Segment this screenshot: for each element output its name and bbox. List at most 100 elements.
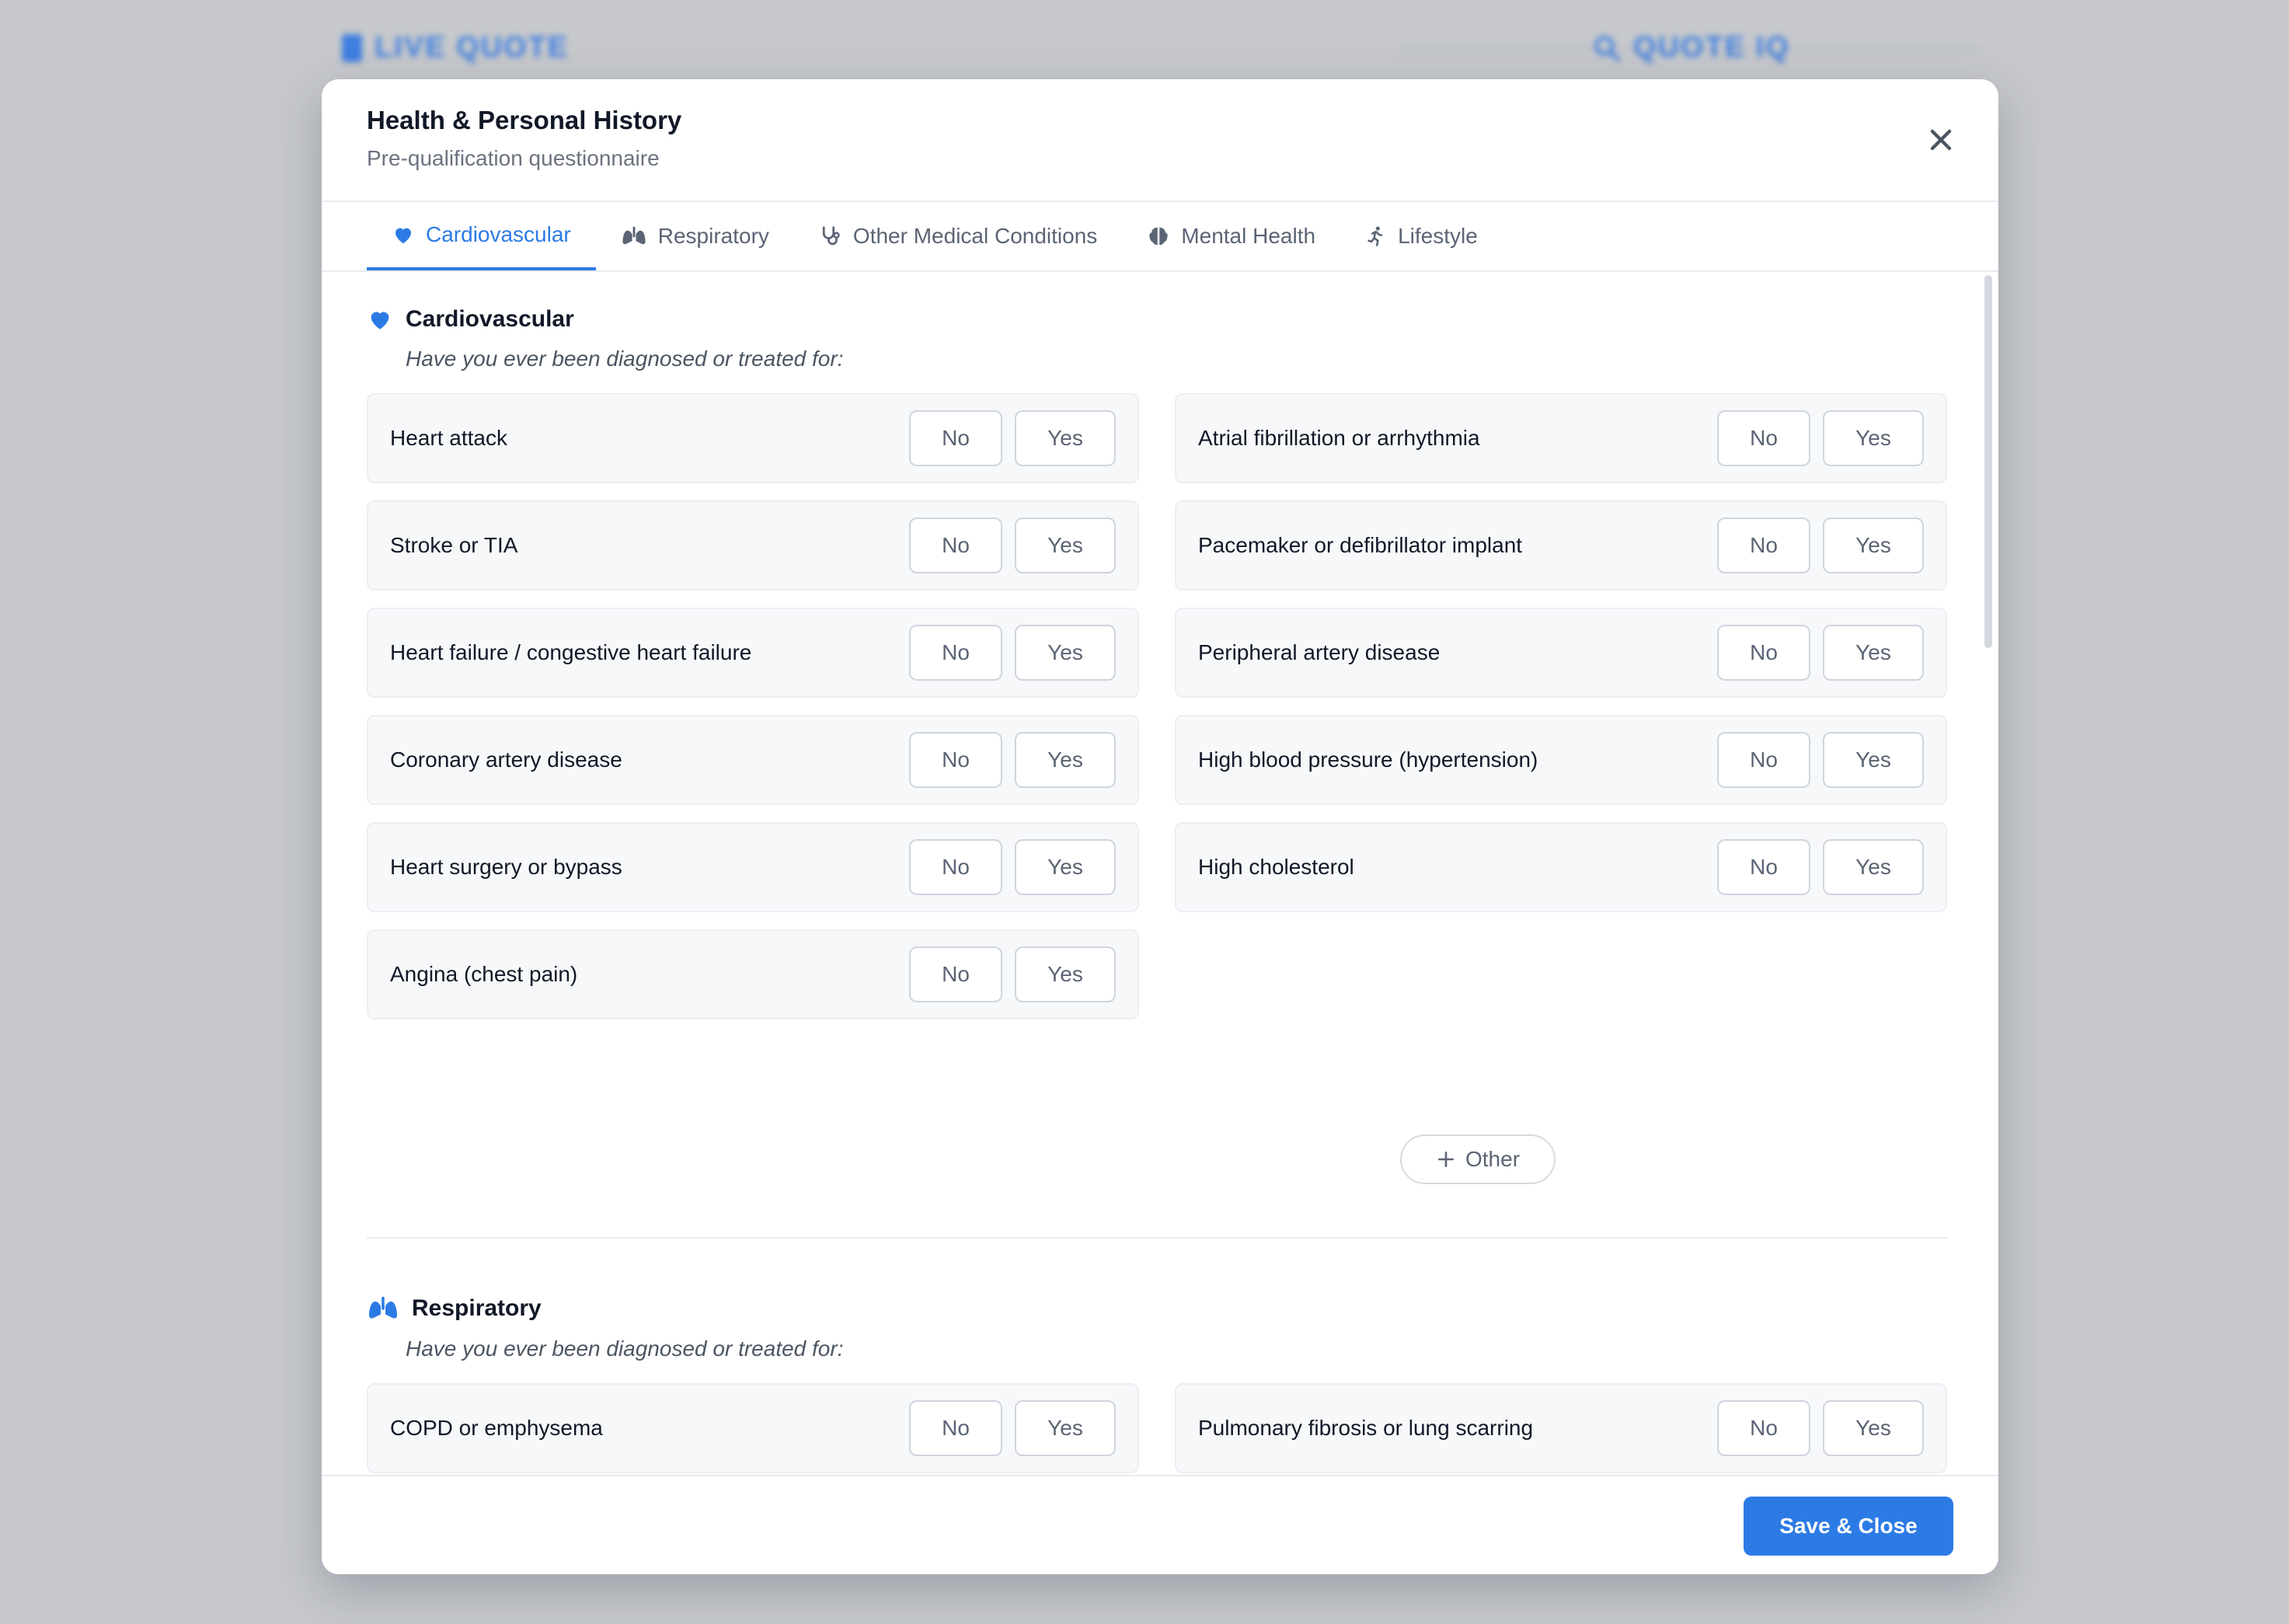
answer-no-button[interactable]: No [1717, 1400, 1810, 1456]
modal-title: Health & Personal History [367, 106, 682, 134]
question-card: Heart attack No Yes [367, 393, 1139, 483]
background-live-quote: LIVE QUOTE [342, 31, 569, 64]
health-history-modal: Health & Personal History Pre-qualificat… [322, 79, 1998, 1574]
answer-yes-button[interactable]: Yes [1823, 410, 1924, 466]
question-label: COPD or emphysema [390, 1416, 603, 1440]
lungs-icon [369, 1296, 397, 1319]
modal-footer: Save & Close [322, 1475, 1998, 1574]
answer-yes-button[interactable]: Yes [1015, 732, 1116, 788]
calculator-icon [342, 33, 362, 62]
question-card: Stroke or TIA No Yes [367, 500, 1139, 591]
modal-body-scroll[interactable]: Cardiovascular Have you ever been diagno… [322, 272, 1998, 1554]
answer-yes-button[interactable]: Yes [1015, 839, 1116, 895]
tab-label: Mental Health [1181, 224, 1316, 248]
answer-no-button[interactable]: No [909, 839, 1002, 895]
answer-no-button[interactable]: No [909, 410, 1002, 466]
answer-no-button[interactable]: No [909, 946, 1002, 1002]
tab-respiratory[interactable]: Respiratory [596, 202, 794, 270]
question-label: Angina (chest pain) [390, 962, 578, 986]
tab-label: Lifestyle [1398, 224, 1478, 248]
lungs-icon [622, 226, 646, 245]
section-subtitle: Have you ever been diagnosed or treated … [406, 347, 844, 371]
answer-yes-button[interactable]: Yes [1015, 625, 1116, 681]
answer-yes-button[interactable]: Yes [1823, 625, 1924, 681]
section-header: Cardiovascular [367, 306, 1947, 333]
heart-icon [395, 228, 411, 244]
answer-no-button[interactable]: No [1717, 518, 1810, 573]
question-label: Pacemaker or defibrillator implant [1198, 533, 1523, 557]
question-card: Coronary artery disease No Yes [367, 715, 1139, 805]
question-label: Heart attack [390, 426, 507, 450]
background-left-title: LIVE QUOTE [375, 31, 570, 64]
answer-yes-button[interactable]: Yes [1015, 518, 1116, 573]
running-icon [1367, 226, 1383, 246]
other-label: Other [1465, 1147, 1521, 1171]
tab-bar: Cardiovascular Respiratory Other Medical… [367, 202, 1503, 272]
answer-no-button[interactable]: No [909, 625, 1002, 681]
scrollbar-thumb[interactable] [1984, 275, 1992, 648]
close-button[interactable] [1924, 123, 1958, 157]
background-header: LIVE QUOTE QUOTE IQ [0, 0, 2289, 85]
question-card: Heart failure / congestive heart failure… [367, 608, 1139, 698]
brain-icon [1149, 227, 1169, 246]
answer-no-button[interactable]: No [1717, 410, 1810, 466]
heart-icon [371, 312, 389, 329]
answer-no-button[interactable]: No [1717, 732, 1810, 788]
tab-label: Other Medical Conditions [852, 224, 1098, 248]
question-grid: Heart attack No Yes Atrial fibrillation or … [367, 393, 1947, 1019]
section-title: Cardiovascular [406, 306, 574, 332]
modal-subtitle: Pre-qualification questionnaire [367, 146, 660, 170]
tab-label: Cardiovascular [426, 222, 571, 246]
question-label: Pulmonary fibrosis or lung scarring [1198, 1416, 1534, 1440]
answer-yes-button[interactable]: Yes [1823, 732, 1924, 788]
question-label: Peripheral artery disease [1198, 640, 1441, 664]
answer-no-button[interactable]: No [1717, 839, 1810, 895]
question-label: Heart surgery or bypass [390, 855, 622, 879]
question-card: High cholesterol No Yes [1175, 822, 1947, 912]
tab-cardiovascular[interactable]: Cardiovascular [367, 202, 596, 270]
background-right-title: QUOTE IQ [1633, 31, 1790, 64]
add-other-button[interactable]: Other [1400, 1134, 1556, 1184]
background-quote-iq: QUOTE IQ [1593, 31, 1790, 64]
empty-cell [1175, 929, 1947, 1019]
answer-no-button[interactable]: No [909, 1400, 1002, 1456]
question-card: COPD or emphysema No Yes [367, 1383, 1139, 1473]
question-card: Atrial fibrillation or arrhythmia No Yes [1175, 393, 1947, 483]
question-label: Heart failure / congestive heart failure [390, 640, 752, 664]
tab-mental-health[interactable]: Mental Health [1122, 202, 1340, 270]
close-icon [1930, 129, 1952, 151]
answer-yes-button[interactable]: Yes [1823, 839, 1924, 895]
question-label: Coronary artery disease [390, 748, 622, 772]
question-card: Angina (chest pain) No Yes [367, 929, 1139, 1019]
tab-lifestyle[interactable]: Lifestyle [1340, 202, 1503, 270]
question-label: High cholesterol [1198, 855, 1354, 879]
section-cardiovascular: Cardiovascular Have you ever been diagno… [367, 306, 1947, 1019]
search-icon [1594, 35, 1621, 61]
answer-yes-button[interactable]: Yes [1015, 1400, 1116, 1456]
question-card: High blood pressure (hypertension) No Yes [1175, 715, 1947, 805]
save-close-button[interactable]: Save & Close [1744, 1497, 1953, 1556]
tab-label: Respiratory [657, 224, 769, 248]
answer-yes-button[interactable]: Yes [1015, 946, 1116, 1002]
section-subtitle: Have you ever been diagnosed or treated … [406, 1336, 844, 1361]
question-card: Pulmonary fibrosis or lung scarring No Yes [1175, 1383, 1947, 1473]
answer-no-button[interactable]: No [909, 732, 1002, 788]
question-card: Heart surgery or bypass No Yes [367, 822, 1139, 912]
answer-no-button[interactable]: No [1717, 625, 1810, 681]
section-title: Respiratory [412, 1295, 542, 1321]
answer-yes-button[interactable]: Yes [1823, 1400, 1924, 1456]
stethoscope-icon [822, 226, 840, 246]
question-label: Stroke or TIA [390, 533, 518, 557]
section-divider [367, 1237, 1947, 1239]
modal-header: Health & Personal History Pre-qualificat… [322, 79, 1998, 202]
tab-other-medical-conditions[interactable]: Other Medical Conditions [794, 202, 1122, 270]
answer-no-button[interactable]: No [909, 518, 1002, 573]
question-card: Pacemaker or defibrillator implant No Yes [1175, 500, 1947, 591]
question-label: Atrial fibrillation or arrhythmia [1198, 426, 1480, 450]
answer-yes-button[interactable]: Yes [1823, 518, 1924, 573]
answer-yes-button[interactable]: Yes [1015, 410, 1116, 466]
question-label: High blood pressure (hypertension) [1198, 748, 1538, 772]
section-header: Respiratory [367, 1295, 1947, 1323]
plus-icon [1438, 1152, 1454, 1167]
question-card: Peripheral artery disease No Yes [1175, 608, 1947, 698]
